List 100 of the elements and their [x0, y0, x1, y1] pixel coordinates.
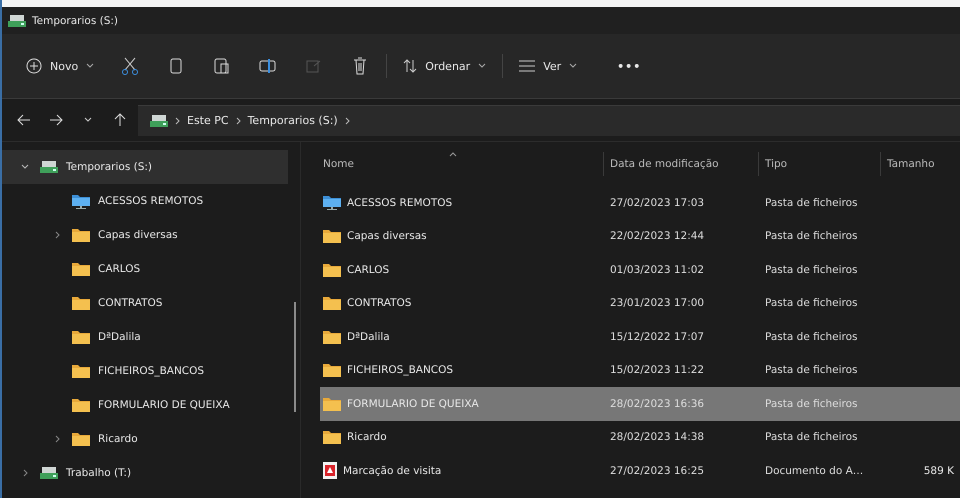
tree-item-label: Temporarios (S:) — [66, 161, 152, 173]
file-row[interactable]: CONTRATOS 23/01/2023 17:00 Pasta de ficheiros — [320, 286, 960, 320]
tree-item[interactable]: CARLOS — [2, 252, 288, 286]
file-name: Ricardo — [347, 431, 387, 444]
tree-item[interactable]: CONTRATOS — [2, 286, 288, 320]
file-row[interactable]: CARLOS 01/03/2023 11:02 Pasta de ficheiros — [320, 253, 960, 286]
column-header[interactable]: Nome — [323, 142, 603, 186]
network-folder-icon — [323, 195, 341, 210]
file-size: 589 K — [922, 464, 955, 477]
file-row[interactable]: Capas diversas 22/02/2023 12:44 Pasta de ficheiros — [320, 220, 960, 253]
file-row[interactable]: Marcação de visita 27/02/2023 16:25 Documento do A… 589 K — [320, 454, 960, 488]
file-row[interactable]: DªDalila 15/12/2022 17:07 Pasta de ficheiros — [320, 320, 960, 354]
folder-icon — [323, 296, 341, 310]
breadcrumb[interactable]: Temporarios (S:) — [248, 114, 338, 127]
folder-icon — [72, 398, 90, 412]
tree-item-label: FICHEIROS_BANCOS — [98, 365, 204, 377]
tree-item-label: ACESSOS REMOTOS — [98, 195, 204, 207]
chevron-down-icon — [86, 63, 94, 69]
drive-icon — [8, 14, 26, 26]
file-type: Pasta de ficheiros — [764, 230, 859, 242]
file-name: Marcação de visita — [343, 464, 442, 477]
window-title: Temporarios (S:) — [32, 14, 118, 26]
file-name: FORMULARIO DE QUEIXA — [347, 398, 479, 410]
scrollbar[interactable] — [294, 302, 296, 412]
modified-date: 23/01/2023 17:00 — [609, 297, 706, 310]
modified-date: 15/12/2022 17:07 — [609, 330, 706, 343]
folder-icon — [72, 262, 90, 276]
lines-icon — [519, 60, 536, 72]
chevron-down-icon — [569, 63, 578, 69]
tree-item[interactable]: Temporarios (S:) — [2, 150, 288, 184]
chevron-right-icon[interactable] — [22, 469, 28, 477]
tree-item[interactable]: Capas diversas — [2, 218, 288, 252]
file-row[interactable]: Ricardo 28/02/2023 14:38 Pasta de ficheiros — [320, 420, 960, 454]
chevron-down-icon[interactable] — [21, 164, 29, 170]
tree-item-label: CARLOS — [98, 263, 140, 275]
tree-item-label: FORMULARIO DE QUEIXA — [98, 399, 230, 411]
file-type: Pasta de ficheiros — [764, 196, 859, 209]
file-row[interactable]: ACESSOS REMOTOS 27/02/2023 17:03 Pasta de ficheiros — [320, 186, 960, 220]
folder-icon — [323, 229, 341, 244]
file-type: Pasta de ficheiros — [764, 398, 859, 410]
file-type: Pasta de ficheiros — [764, 431, 859, 444]
folder-icon — [72, 228, 90, 242]
folder-icon — [72, 330, 90, 344]
file-type: Pasta de ficheiros — [764, 297, 859, 310]
folder-icon — [72, 432, 90, 446]
file-name: CARLOS — [347, 264, 390, 276]
more-button[interactable]: ••• — [607, 51, 652, 81]
drive-icon — [150, 114, 168, 126]
column-header[interactable]: Tamanho — [880, 152, 960, 176]
tree-item-label: Trabalho (T:) — [66, 467, 132, 479]
chevron-down-icon — [478, 63, 486, 69]
pdf-file-icon — [323, 462, 337, 480]
folder-icon — [323, 330, 341, 344]
file-type: Documento do A… — [764, 464, 864, 477]
plus-icon — [26, 58, 42, 74]
tree-item[interactable]: FICHEIROS_BANCOS — [2, 354, 288, 388]
file-row[interactable]: FICHEIROS_BANCOS 15/02/2023 11:22 Pasta de ficheiros — [320, 354, 960, 387]
folder-icon — [323, 363, 341, 378]
tree-item[interactable]: Ricardo — [2, 422, 288, 456]
file-type: Pasta de ficheiros — [764, 330, 859, 343]
file-name: CONTRATOS — [347, 297, 412, 310]
modified-date: 28/02/2023 16:36 — [609, 398, 706, 410]
new-button[interactable]: Novo — [16, 51, 104, 81]
address-bar[interactable]: Este PC Temporarios (S:) — [138, 104, 960, 136]
tree-item-label: Capas diversas — [98, 229, 178, 241]
drive-icon — [40, 467, 58, 479]
folder-icon — [323, 396, 341, 411]
chevron-icon — [175, 116, 180, 124]
modified-date: 28/02/2023 14:38 — [609, 431, 706, 444]
tree-item[interactable]: DªDalila — [2, 320, 288, 354]
tree-item-label: DªDalila — [98, 331, 141, 343]
tree-item[interactable]: Trabalho (T:) — [2, 456, 288, 490]
file-type: Pasta de ficheiros — [764, 264, 859, 276]
modified-date: 22/02/2023 12:44 — [609, 230, 706, 242]
tree-item[interactable]: FORMULARIO DE QUEIXA — [2, 388, 288, 422]
folder-icon — [323, 262, 341, 277]
sort-ascending-icon — [449, 152, 457, 157]
file-name: DªDalila — [347, 330, 390, 343]
breadcrumb[interactable]: Este PC — [187, 114, 229, 127]
modified-date: 01/03/2023 11:02 — [609, 264, 706, 276]
file-type: Pasta de ficheiros — [764, 364, 859, 376]
sort-button[interactable]: Ordenar — [393, 51, 496, 81]
drive-icon — [40, 161, 58, 173]
tree-item[interactable]: ACESSOS REMOTOS — [2, 184, 288, 218]
chevron-right-icon[interactable] — [54, 435, 60, 443]
column-header[interactable]: Data de modificação — [603, 152, 758, 176]
column-header[interactable]: Tipo — [758, 152, 880, 176]
file-name: ACESSOS REMOTOS — [347, 196, 452, 209]
chevron-icon — [344, 116, 350, 124]
tree-item-label: Ricardo — [98, 433, 138, 445]
file-name: FICHEIROS_BANCOS — [347, 364, 454, 376]
file-row[interactable]: FORMULARIO DE QUEIXA 28/02/2023 16:36 Pasta de ficheiros — [320, 387, 960, 420]
folder-icon — [323, 430, 341, 444]
network-folder-icon — [72, 194, 90, 208]
chevron-right-icon[interactable] — [54, 231, 60, 239]
modified-date: 15/02/2023 11:22 — [609, 364, 706, 376]
view-button[interactable]: Ver — [509, 51, 588, 81]
tree-item-label: CONTRATOS — [98, 297, 162, 309]
file-name: Capas diversas — [347, 230, 427, 242]
modified-date: 27/02/2023 17:03 — [609, 196, 706, 209]
